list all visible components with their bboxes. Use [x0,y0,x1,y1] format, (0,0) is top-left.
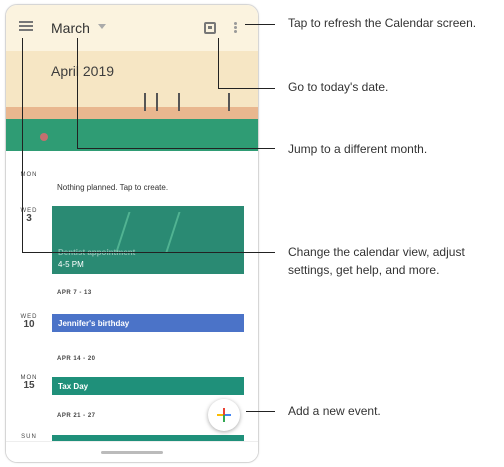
callout-line [22,38,23,253]
day-label: SUN [21,434,37,440]
empty-day-note[interactable]: Nothing planned. Tap to create. [57,183,168,192]
callout-month: Jump to a different month. [288,142,428,156]
tree-illustration [178,93,180,111]
chevron-down-icon[interactable] [98,24,106,29]
callout-refresh: Tap to refresh the Calendar screen. [288,16,477,30]
week-range: APR 21 - 27 [57,413,96,419]
today-icon[interactable] [204,22,216,34]
week-range: APR 7 - 13 [57,290,92,296]
event-tax-day[interactable]: Tax Day [52,377,244,395]
week-range: APR 14 - 20 [57,356,96,362]
callout-today: Go to today's date. [288,80,389,94]
event-birthday[interactable]: Jennifer's birthday [52,314,244,332]
callout-line [218,38,219,89]
callout-menu: Change the calendar view, adjust setting… [288,245,465,277]
system-nav-bar [6,441,258,462]
callout-line [218,88,275,89]
event-time: 4-5 PM [58,260,84,269]
day-label: MON 15 [20,375,38,391]
banner-ground [6,107,258,119]
menu-icon[interactable] [19,21,33,31]
event-illustration [115,212,181,252]
callout-line [77,38,78,149]
add-event-button[interactable] [208,399,240,431]
tree-illustration [156,93,158,111]
callout-line [77,148,275,149]
tree-illustration [228,93,230,111]
flower-illustration [40,133,48,141]
callout-line [245,24,275,25]
day-label: WED 10 [20,314,38,330]
month-selector[interactable]: March [51,20,90,36]
schedule-list[interactable]: MON Nothing planned. Tap to create. WED 3… [6,151,258,462]
banner-title: April 2019 [51,63,115,79]
event-dentist[interactable]: Dentist appointment 4-5 PM [52,206,244,274]
callout-add: Add a new event. [288,404,381,418]
app-bar: March [6,5,258,51]
callout-line [246,411,275,412]
month-banner: April 2019 [6,51,258,151]
tree-illustration [144,93,146,111]
more-vert-icon[interactable] [234,22,237,34]
phone-screen: March April 2019 MON Nothing planned. Ta… [5,4,259,463]
callout-line [22,252,275,253]
home-handle[interactable] [101,451,163,454]
